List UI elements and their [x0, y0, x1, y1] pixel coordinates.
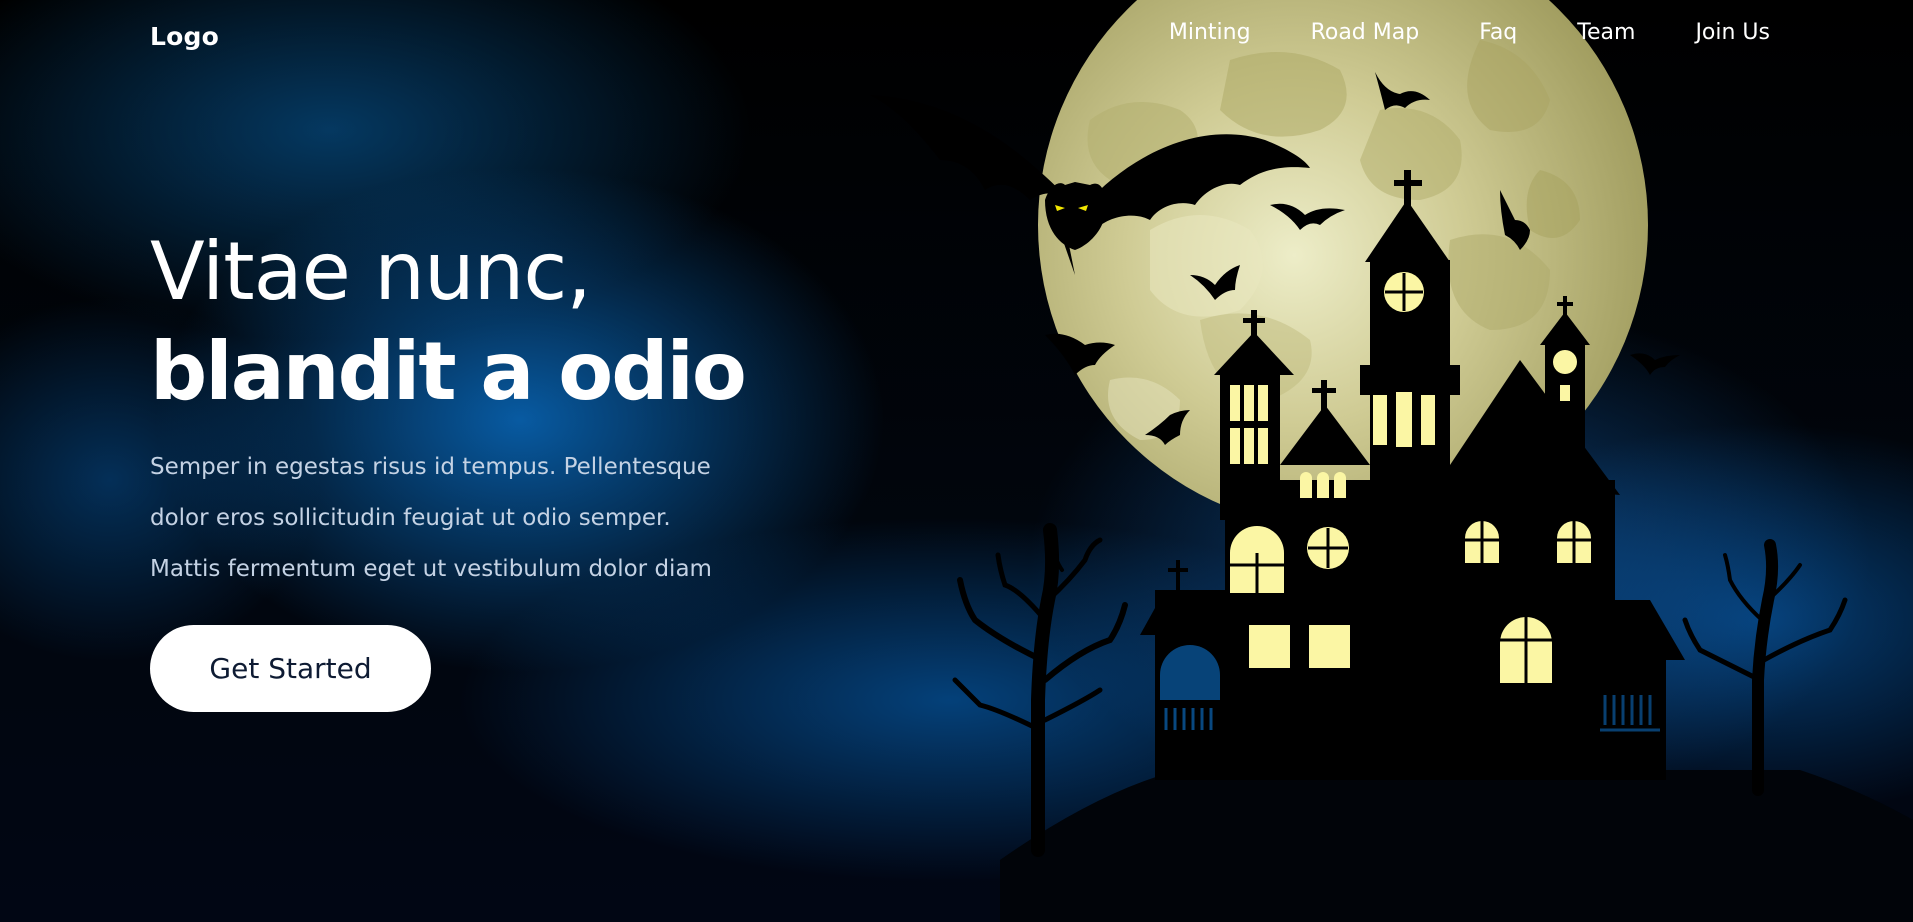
nav-link-team[interactable]: Team: [1577, 20, 1635, 45]
nav-item-join-us: Join Us: [1695, 20, 1770, 45]
ground-hill: [1000, 770, 1913, 922]
hero-description-line: Semper in egestas risus id tempus. Pelle…: [150, 454, 711, 480]
nav-link-join-us[interactable]: Join Us: [1695, 20, 1770, 45]
nav-link-minting[interactable]: Minting: [1169, 20, 1251, 45]
nav-item-faq: Faq: [1479, 20, 1517, 45]
hero-description: Semper in egestas risus id tempus. Pelle…: [150, 442, 800, 595]
nav-item-team: Team: [1577, 20, 1635, 45]
hero-section: Vitae nunc, blandit a odio Semper in ege…: [150, 222, 790, 595]
nav-link-road-map[interactable]: Road Map: [1311, 20, 1420, 45]
hero-description-line: dolor eros sollicitudin feugiat ut odio …: [150, 505, 671, 531]
hero-title-line-2: blandit a odio: [150, 325, 747, 418]
nav-item-minting: Minting: [1169, 20, 1251, 45]
hero-description-line: Mattis fermentum eget ut vestibulum dolo…: [150, 556, 712, 582]
logo[interactable]: Logo: [150, 22, 219, 51]
porch-left: [1160, 645, 1220, 735]
nav-item-road-map: Road Map: [1311, 20, 1420, 45]
get-started-button[interactable]: Get Started: [150, 625, 431, 712]
main-nav: Minting Road Map Faq Team Join Us: [1109, 20, 1770, 45]
hero-title-line-1: Vitae nunc,: [150, 225, 592, 318]
nav-link-faq[interactable]: Faq: [1479, 20, 1517, 45]
landing-page: Logo Minting Road Map Faq Team Join Us V…: [0, 0, 1913, 922]
